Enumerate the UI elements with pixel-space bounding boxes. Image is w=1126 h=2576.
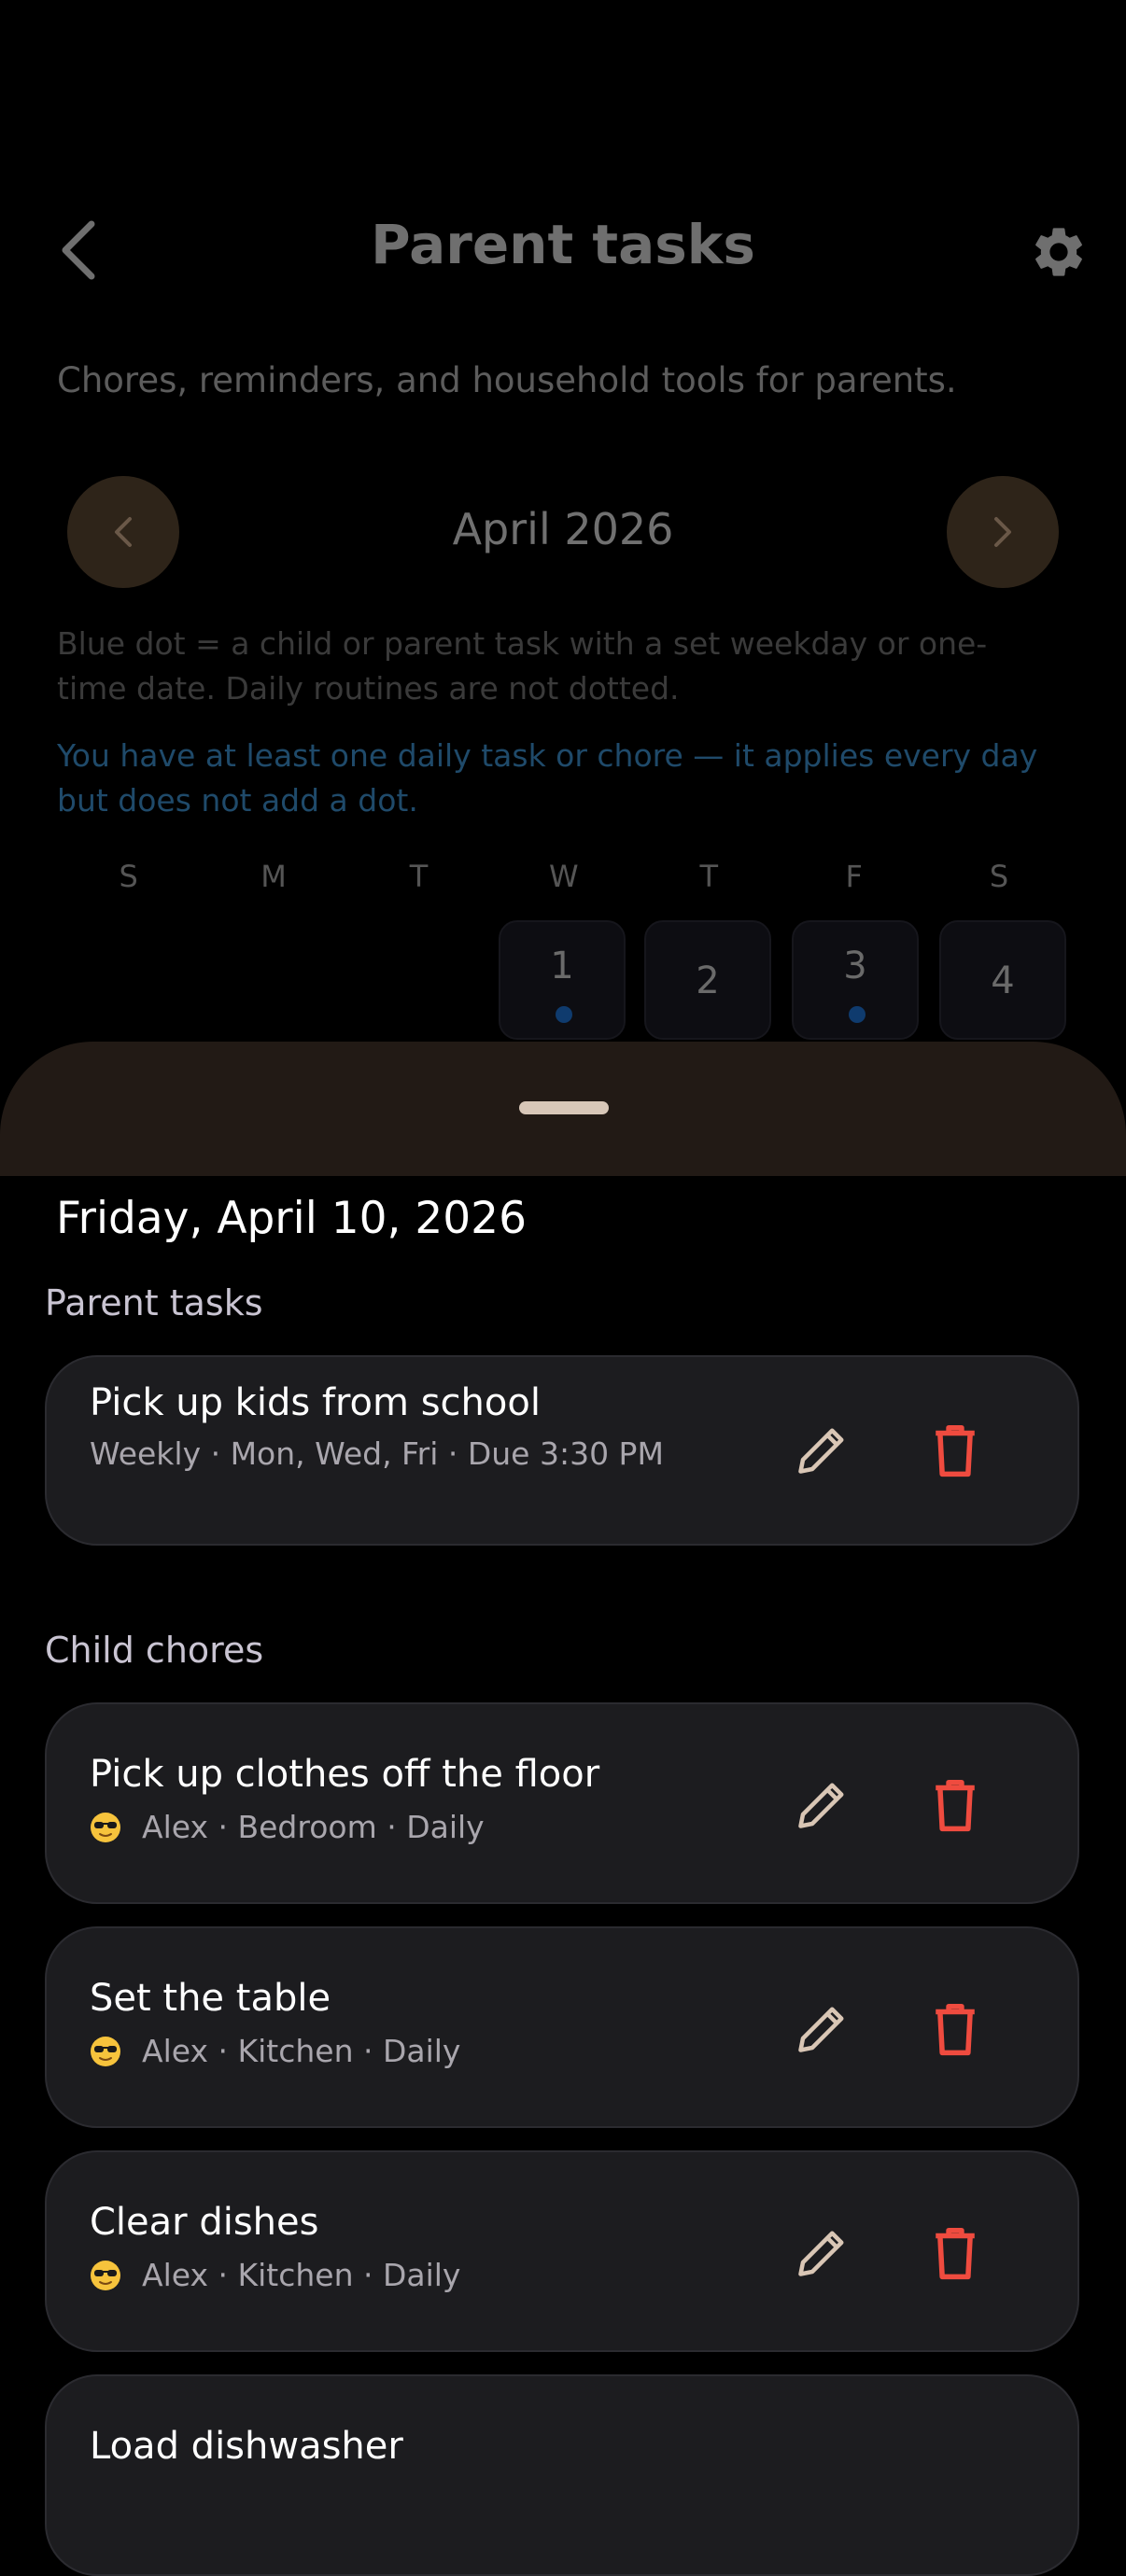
weekday-label: S [989, 859, 1009, 894]
month-navigator: April 2026 [67, 476, 1059, 588]
weekday-label: T [699, 859, 719, 894]
chore-title: Pick up clothes off the floor [90, 1753, 600, 1796]
chevron-right-icon [994, 517, 1011, 547]
chore-title: Clear dishes [90, 2201, 319, 2244]
day-number: 4 [991, 959, 1015, 1002]
child-chore-card[interactable]: Load dishwasher [45, 2374, 1079, 2576]
background-page: Parent tasks Chores, reminders, and hous… [0, 0, 1126, 1042]
trash-icon [936, 1780, 975, 1832]
chore-meta: Alex · Bedroom · Daily [90, 1809, 485, 1845]
selected-date-heading: Friday, April 10, 2026 [56, 1193, 527, 1244]
pencil-icon [798, 1428, 844, 1474]
bottom-sheet-handle-area[interactable] [0, 1042, 1126, 1176]
child-chore-card[interactable]: Set the table Alex · Kitchen · Daily [45, 1926, 1079, 2128]
weekday-label: F [845, 859, 863, 894]
trash-icon [936, 2228, 975, 2280]
weekday-label: M [260, 859, 287, 894]
task-dot-indicator [849, 1006, 866, 1023]
delete-button[interactable] [918, 2216, 992, 2290]
chore-title: Load dishwasher [90, 2425, 403, 2468]
settings-button[interactable] [1027, 220, 1091, 284]
calendar-day-3[interactable]: 3 [792, 920, 919, 1040]
month-label: April 2026 [452, 504, 674, 554]
task-dot-indicator [556, 1006, 572, 1023]
weekday-label: T [409, 859, 429, 894]
edit-button[interactable] [784, 1413, 859, 1488]
delete-button[interactable] [918, 1992, 992, 2066]
sunglasses-emoji-icon [91, 1812, 120, 1842]
edit-button[interactable] [784, 1992, 859, 2066]
chore-details: Alex · Kitchen · Daily [142, 2033, 461, 2069]
weekday-label: S [119, 859, 138, 894]
child-chores-section-label: Child chores [45, 1630, 264, 1671]
day-number: 1 [550, 945, 574, 987]
child-chore-card[interactable]: Pick up clothes off the floor Alex · Bed… [45, 1702, 1079, 1904]
parent-tasks-section-label: Parent tasks [45, 1282, 263, 1323]
weekday-header-row: S M T W T F S [56, 859, 1072, 900]
day-number: 2 [696, 959, 720, 1002]
sunglasses-emoji-icon [91, 2036, 120, 2066]
delete-button[interactable] [918, 1413, 992, 1488]
chore-details: Alex · Bedroom · Daily [142, 1809, 485, 1845]
edit-button[interactable] [784, 1768, 859, 1842]
task-title: Pick up kids from school [90, 1381, 541, 1424]
gear-icon [1035, 228, 1082, 276]
day-number: 3 [843, 945, 867, 987]
trash-icon [936, 2004, 975, 2056]
edit-button[interactable] [784, 2216, 859, 2290]
pencil-icon [798, 2007, 844, 2052]
calendar-day-2[interactable]: 2 [644, 920, 771, 1040]
calendar-legend-note: Blue dot = a child or parent task with a… [57, 625, 988, 707]
calendar-day-4[interactable]: 4 [939, 920, 1066, 1040]
page-title: Parent tasks [371, 213, 755, 276]
pencil-icon [798, 1783, 844, 1828]
daily-task-note: You have at least one daily task or chor… [57, 737, 1038, 819]
bottom-sheet-body: Friday, April 10, 2026 Parent tasks Pick… [0, 1176, 1126, 2576]
chore-meta: Alex · Kitchen · Daily [90, 2257, 460, 2293]
chore-title: Set the table [90, 1977, 331, 2020]
chore-meta: Alex · Kitchen · Daily [90, 2033, 460, 2069]
weekday-label: W [549, 859, 579, 894]
child-chore-card[interactable]: Clear dishes Alex · Kitchen · Daily [45, 2150, 1079, 2352]
task-schedule: Weekly · Mon, Wed, Fri · Due 3:30 PM [90, 1435, 664, 1472]
next-month-button[interactable] [947, 476, 1059, 588]
sunglasses-emoji-icon [91, 2260, 120, 2290]
drag-handle[interactable] [519, 1101, 609, 1114]
page-subtitle: Chores, reminders, and household tools f… [57, 360, 957, 400]
calendar-day-1[interactable]: 1 [499, 920, 626, 1040]
chore-details: Alex · Kitchen · Daily [142, 2257, 461, 2293]
delete-button[interactable] [918, 1768, 992, 1842]
calendar-day-grid: 1 2 3 4 [0, 920, 1126, 1051]
trash-icon [936, 1425, 975, 1477]
parent-task-card[interactable]: Pick up kids from school Weekly · Mon, W… [45, 1355, 1079, 1546]
pencil-icon [798, 2231, 844, 2276]
